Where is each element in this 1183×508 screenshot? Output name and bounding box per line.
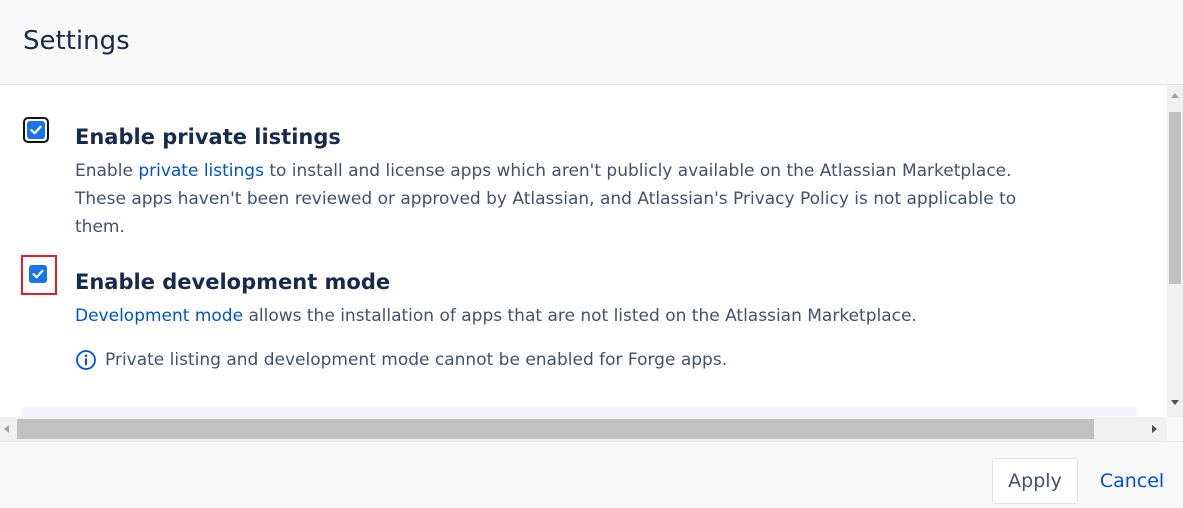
info-icon [76,350,96,370]
private-listings-link[interactable]: private listings [138,161,264,181]
scroll-down-icon[interactable] [1171,400,1179,405]
dialog-footer: Apply Cancel [0,441,1183,508]
info-text: Private listing and development mode can… [105,350,728,370]
checkbox-checked-indicator [29,265,47,283]
private-listings-label: Enable private listings [75,125,341,149]
scroll-left-icon[interactable] [4,425,9,433]
development-mode-label: Enable development mode [75,270,391,294]
vertical-scroll-thumb[interactable] [1169,112,1181,284]
apply-button[interactable]: Apply [992,458,1078,504]
checkmark-icon [30,125,42,135]
scrollbar-corner [1167,417,1183,441]
checkbox-checked-indicator [27,121,45,139]
scroll-right-icon[interactable] [1152,425,1157,433]
forge-info-note: Private listing and development mode can… [75,349,727,371]
settings-header: Settings [0,0,1183,85]
development-mode-description: Development mode allows the installation… [75,302,1050,330]
settings-content: Enable private listings Enable private l… [0,86,1167,417]
horizontal-scrollbar[interactable] [0,417,1167,441]
description-suffix: allows the installation of apps that are… [243,306,917,326]
cancel-button[interactable]: Cancel [1092,458,1172,504]
content-panel-edge [21,407,1137,417]
page-title: Settings [23,26,130,56]
horizontal-scroll-thumb[interactable] [17,419,1094,439]
development-mode-checkbox[interactable] [25,261,51,287]
description-prefix: Enable [75,161,139,181]
checkmark-icon [32,269,44,279]
private-listings-checkbox[interactable] [23,117,49,143]
vertical-scrollbar[interactable] [1167,86,1183,417]
development-mode-link[interactable]: Development mode [75,306,243,326]
private-listings-description: Enable private listings to install and l… [75,157,1050,241]
scroll-up-icon[interactable] [1171,93,1179,98]
